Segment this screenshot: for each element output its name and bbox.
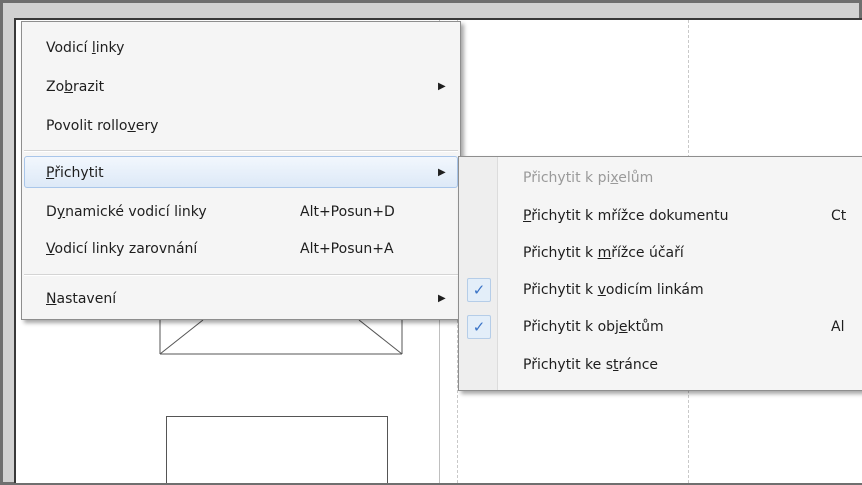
shortcut-label: Al	[831, 319, 845, 335]
submenu-arrow-icon: ▶	[438, 167, 446, 178]
menu-item-vodici-linky[interactable]: Vodicí linky	[24, 32, 458, 64]
submenu-item-mrizka-ucari[interactable]: Přichytit k mřížce účaří	[461, 237, 862, 269]
submenu-item-vodici-linky[interactable]: ✓ Přichytit k vodicím linkám	[461, 274, 862, 306]
checkmark-icon: ✓	[467, 278, 491, 302]
snap-submenu: Přichytit k pixelům Přichytit k mřížce d…	[458, 156, 862, 391]
menu-item-povolit-rollovery[interactable]: Povolit rollovery	[24, 110, 458, 142]
submenu-arrow-icon: ▶	[438, 81, 446, 92]
shortcut-label: Alt+Posun+D	[300, 204, 395, 220]
submenu-arrow-icon: ▶	[438, 293, 446, 304]
menu-separator	[24, 150, 458, 152]
shortcut-label: Ct	[831, 208, 847, 224]
submenu-item-mrizka-dokumentu[interactable]: Přichytit k mřížce dokumentu Ct	[461, 200, 862, 232]
rectangle-shape[interactable]	[166, 416, 388, 483]
menu-item-nastaveni[interactable]: Nastavení ▶	[24, 283, 458, 315]
submenu-item-stranka[interactable]: Přichytit ke stránce	[461, 349, 862, 381]
menu-separator	[24, 274, 458, 276]
menu-item-zobrazit[interactable]: Zobrazit ▶	[24, 71, 458, 103]
menu-item-dynamicke-vodici-linky[interactable]: Dynamické vodicí linky Alt+Posun+D	[24, 196, 458, 228]
shortcut-label: Alt+Posun+A	[300, 241, 394, 257]
menu-item-prichytit[interactable]: Přichytit ▶	[24, 156, 458, 188]
submenu-item-objekty[interactable]: ✓ Přichytit k objektům Al	[461, 311, 862, 343]
menu-item-vodici-linky-zarovnani[interactable]: Vodicí linky zarovnání Alt+Posun+A	[24, 233, 458, 265]
crossed-rectangle-shape[interactable]	[159, 320, 404, 360]
view-context-menu: Vodicí linky Zobrazit ▶ Povolit rollover…	[21, 21, 461, 320]
submenu-item-prichytit-k-pixelum: Přichytit k pixelům	[523, 170, 654, 186]
checkmark-icon: ✓	[467, 315, 491, 339]
